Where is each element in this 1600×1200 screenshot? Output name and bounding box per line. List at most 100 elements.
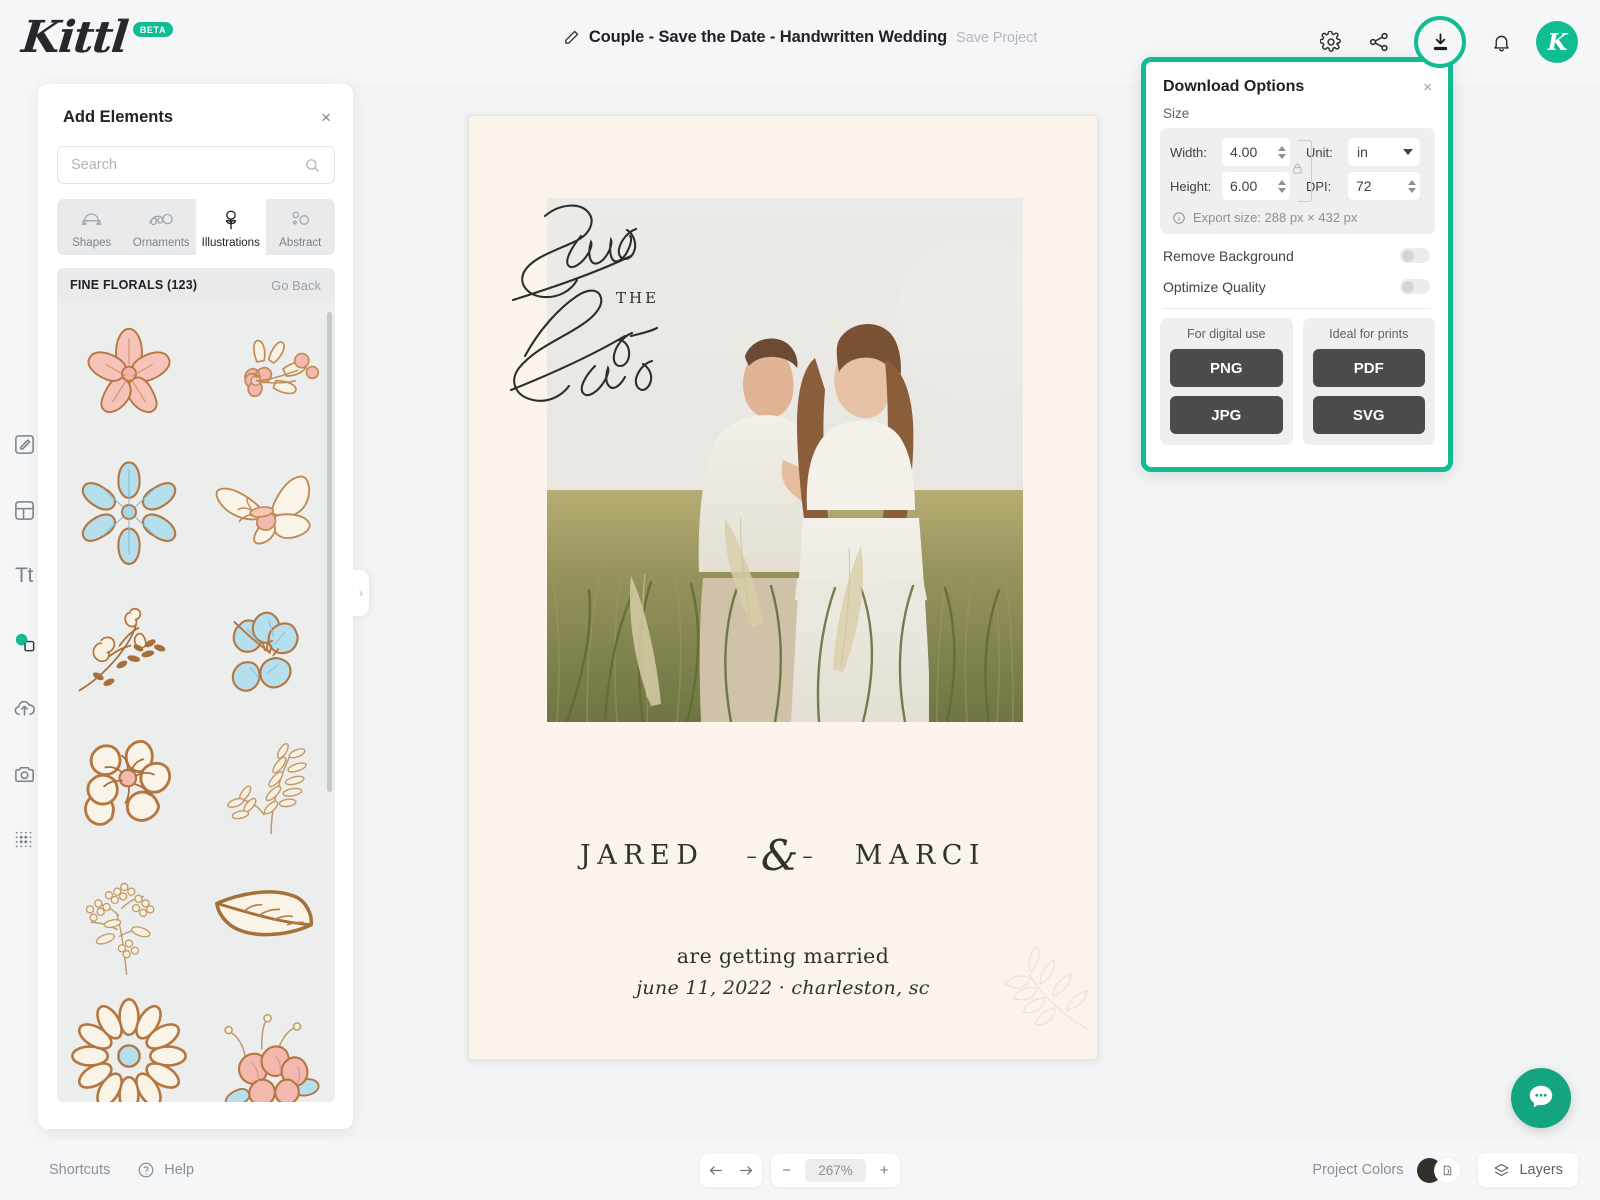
collection-name: FINE FLORALS (123) [70,278,198,292]
cream-butterfly-icon[interactable] [196,444,331,580]
bell-icon[interactable] [1488,29,1514,55]
undo-icon[interactable] [700,1154,731,1187]
tab-label: Shapes [72,237,112,249]
tab-shapes[interactable]: Shapes [57,199,127,255]
size-label: Size [1163,106,1190,121]
download-button[interactable] [1414,16,1466,68]
illustrations-icon [218,208,244,232]
project-colors-swatches[interactable] [1417,1157,1461,1183]
lock-icon[interactable] [1290,160,1305,182]
width-value: 4.00 [1230,144,1258,160]
height-input[interactable]: 6.00 [1222,172,1290,200]
pink-blossom-sprig-icon[interactable] [196,308,331,444]
gear-icon[interactable] [1318,29,1344,55]
height-stepper[interactable] [1278,179,1286,193]
close-icon[interactable]: × [321,109,331,126]
pdf-button[interactable]: PDF [1312,349,1425,387]
templates-icon[interactable] [11,497,37,523]
search-input[interactable] [71,157,304,173]
pink-peony-bloom-icon[interactable] [196,988,331,1102]
photos-icon[interactable] [11,761,37,787]
name-left: JARED [579,840,705,872]
history-controls [700,1153,763,1187]
ampersand-group: – & – [746,831,812,880]
document-title[interactable]: Couple - Save the Date - Handwritten Wed… [589,28,947,47]
chat-support-button[interactable] [1511,1068,1571,1128]
download-options-panel: Download Options × Size Width: 4.00 Unit… [1141,57,1453,472]
pink-five-petal-flower-icon[interactable] [61,308,196,444]
export-size-text: Export size: 288 px × 432 px [1193,210,1358,225]
grid-icon[interactable] [11,827,37,853]
collection-bar: FINE FLORALS (123) Go Back [57,268,335,302]
upload-icon[interactable] [11,695,37,721]
redo-icon[interactable] [731,1154,762,1187]
search-box[interactable] [57,146,335,184]
go-back-button[interactable]: Go Back [271,278,321,293]
couple-names[interactable]: JARED – & – MARCI [469,831,1097,880]
zoom-value[interactable]: 267% [805,1158,866,1182]
panel-collapse-handle[interactable]: › [353,570,369,616]
edit-icon[interactable] [11,431,37,457]
pencil-icon[interactable] [563,29,580,46]
ampersand-glyph: & [760,831,799,880]
dpi-value: 72 [1356,178,1372,194]
large-leaf-icon[interactable] [196,852,331,988]
width-stepper[interactable] [1278,145,1286,159]
close-icon[interactable]: × [1423,80,1432,95]
abstract-icon [287,208,313,232]
tab-label: Illustrations [201,237,260,249]
tab-abstract[interactable]: Abstract [265,199,335,255]
width-input[interactable]: 4.00 [1222,138,1290,166]
avatar[interactable]: K [1536,21,1578,63]
remove-background-label: Remove Background [1163,247,1294,264]
cream-poppy-flower-icon[interactable] [61,716,196,852]
ornaments-icon [148,208,174,232]
page-title: Add Elements [63,108,174,126]
download-panel-header: Download Options × [1146,62,1448,96]
corner-leaf-decoration [971,912,1091,1037]
info-icon [1172,211,1186,225]
tab-illustrations[interactable]: Illustrations [196,199,266,255]
tab-ornaments[interactable]: Ornaments [126,199,196,255]
name-right: MARCI [854,840,987,872]
asset-grid-container [57,302,335,1102]
remove-background-row[interactable]: Remove Background [1146,240,1448,271]
project-colors-label: Project Colors [1312,1162,1404,1178]
share-icon[interactable] [1366,29,1392,55]
blue-six-petal-flower-icon[interactable] [61,444,196,580]
rose-bud-branch-icon[interactable] [61,580,196,716]
color-swatch-image[interactable] [1435,1157,1461,1183]
dpi-stepper[interactable] [1408,179,1416,193]
text-icon[interactable]: Tt [11,563,37,589]
berry-branch-icon[interactable] [61,852,196,988]
optimize-quality-row[interactable]: Optimize Quality [1146,271,1448,302]
height-value: 6.00 [1230,178,1258,194]
bottom-right-group: Project Colors Layers [1312,1153,1578,1187]
design-canvas[interactable]: THE JARED – & – MARCI are getting marrie… [468,115,1098,1060]
png-button[interactable]: PNG [1170,349,1283,387]
unit-label: Unit: [1306,144,1333,160]
print-caption: Ideal for prints [1329,327,1409,341]
panel-header: Add Elements × [38,84,353,127]
remove-background-toggle[interactable] [1400,248,1430,263]
jpg-button[interactable]: JPG [1170,396,1283,434]
elements-icon[interactable] [11,629,37,655]
save-project-button[interactable]: Save Project [956,30,1037,46]
fern-leaf-sprig-icon[interactable] [196,716,331,852]
asset-grid [57,302,335,1102]
layers-icon [1493,1162,1510,1179]
search-icon[interactable] [304,157,321,174]
dpi-label: DPI: [1306,178,1332,194]
cream-daisy-icon[interactable] [61,988,196,1102]
optimize-quality-label: Optimize Quality [1163,278,1266,295]
couple-photo[interactable] [547,198,1023,722]
dpi-input[interactable]: 72 [1348,172,1420,200]
blue-hibiscus-icon[interactable] [196,580,331,716]
optimize-quality-toggle[interactable] [1400,279,1430,294]
asset-grid-scrollbar[interactable] [327,312,332,792]
unit-select[interactable]: in [1348,138,1420,166]
layers-button[interactable]: Layers [1478,1153,1578,1187]
zoom-in-button[interactable]: + [869,1154,900,1187]
svg-button[interactable]: SVG [1312,396,1425,434]
zoom-out-button[interactable]: − [771,1154,802,1187]
